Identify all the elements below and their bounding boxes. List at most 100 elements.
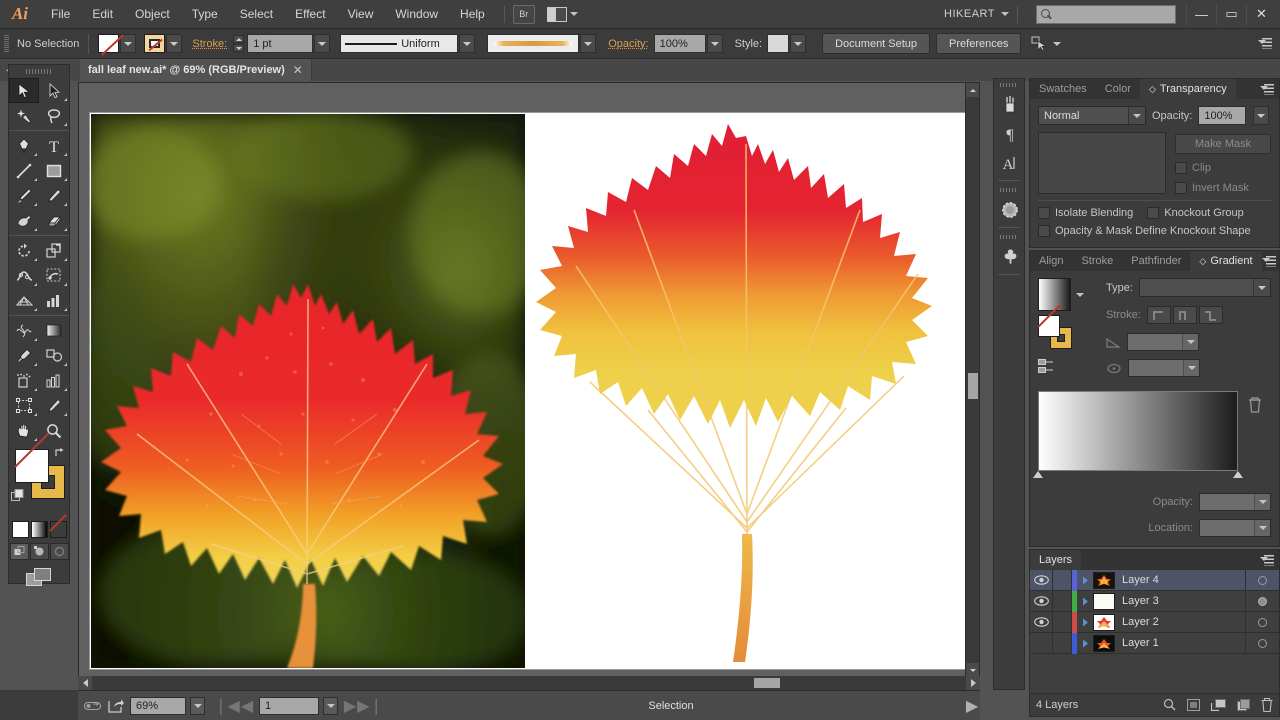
document-tab[interactable]: fall leaf new.ai* @ 69% (RGB/Preview) ✕ — [80, 59, 312, 81]
transparency-opacity-field[interactable]: 100% — [1198, 106, 1246, 125]
clip-row[interactable]: Clip — [1175, 162, 1271, 174]
knockout-group-row[interactable]: Knockout Group — [1147, 207, 1244, 219]
canvas-area[interactable] — [78, 82, 980, 690]
table-row[interactable]: Layer 3 — [1030, 591, 1279, 612]
selection-tool[interactable] — [9, 78, 39, 103]
gradient-panel-menu-icon[interactable] — [1262, 251, 1280, 271]
scrollbar-thumb[interactable] — [968, 373, 978, 399]
menu-effect[interactable]: Effect — [284, 0, 336, 29]
style-dropdown-icon[interactable] — [790, 34, 806, 53]
tab-gradient[interactable]: ◇Gradient — [1190, 251, 1261, 271]
blend-mode-select[interactable]: Normal — [1038, 106, 1146, 125]
preferences-button[interactable]: Preferences — [936, 33, 1021, 54]
swatch-libraries-icon[interactable] — [994, 242, 1026, 271]
artboard[interactable] — [90, 113, 965, 669]
account-chevron-down-icon[interactable] — [1001, 12, 1009, 16]
opacity-mask-checkbox[interactable] — [1038, 225, 1050, 237]
gradient-tool[interactable] — [39, 318, 69, 343]
graph-tool[interactable] — [39, 368, 69, 393]
menu-help[interactable]: Help — [449, 0, 496, 29]
layers-panel-menu-icon[interactable] — [1260, 550, 1279, 570]
brush-dropdown-icon[interactable] — [580, 34, 596, 53]
character-icon[interactable]: A — [994, 148, 1026, 177]
slice-tool[interactable] — [39, 393, 69, 418]
gradient-type-select[interactable] — [1139, 278, 1271, 297]
gradient-fill-swatch[interactable] — [1038, 315, 1060, 337]
width-profile-dropdown-icon[interactable] — [459, 34, 475, 53]
draw-behind-button[interactable] — [30, 543, 49, 560]
layer-name[interactable]: Layer 1 — [1122, 637, 1245, 649]
pen-tool[interactable] — [9, 133, 39, 158]
invert-mask-checkbox[interactable] — [1175, 182, 1187, 194]
menu-view[interactable]: View — [337, 0, 385, 29]
previous-artboard-button[interactable]: ◀ — [239, 697, 255, 715]
layer-expand-icon[interactable] — [1077, 639, 1093, 648]
mask-thumbnail[interactable] — [1038, 132, 1166, 194]
scroll-up-button[interactable] — [966, 83, 980, 97]
tab-align[interactable]: Align — [1030, 251, 1072, 271]
control-bar-grip[interactable] — [4, 35, 9, 53]
canvas-vertical-scrollbar[interactable] — [965, 83, 979, 677]
scroll-right-button[interactable] — [966, 676, 980, 690]
layer-lock-toggle[interactable] — [1052, 612, 1072, 633]
gradient-slider[interactable] — [1038, 391, 1238, 471]
blend-tool[interactable] — [39, 343, 69, 368]
isolate-blending-checkbox[interactable] — [1038, 207, 1050, 219]
layer-visibility-toggle[interactable] — [1030, 617, 1052, 627]
reverse-gradient-icon[interactable] — [1038, 359, 1057, 374]
paragraph-icon[interactable]: ¶ — [994, 119, 1026, 148]
stroke-weight-label[interactable]: Stroke: — [192, 38, 227, 50]
next-artboard-button[interactable]: ▶ — [342, 697, 358, 715]
apply-gradient-across-stroke-button[interactable] — [1199, 306, 1223, 324]
artboard-dropdown-icon[interactable] — [323, 697, 338, 715]
table-row[interactable]: Layer 1 — [1030, 633, 1279, 654]
symbol-sprayer-tool[interactable] — [9, 368, 39, 393]
maximize-button[interactable]: ▭ — [1216, 4, 1246, 25]
search-input[interactable] — [1036, 5, 1176, 24]
tab-pathfinder[interactable]: Pathfinder — [1122, 251, 1190, 271]
stroke-weight-stepper[interactable] — [233, 35, 244, 52]
layer-lock-toggle[interactable] — [1052, 633, 1072, 654]
menu-select[interactable]: Select — [229, 0, 284, 29]
brush-libraries-icon[interactable] — [994, 90, 1026, 119]
hand-tool[interactable] — [9, 418, 39, 443]
gradient-stop-location-field[interactable] — [1199, 519, 1271, 537]
dock-grip[interactable] — [994, 79, 1024, 90]
layer-name[interactable]: Layer 3 — [1122, 595, 1245, 607]
transparency-opacity-dropdown-icon[interactable] — [1253, 106, 1269, 125]
rotate-tool[interactable] — [9, 238, 39, 263]
dock-grip-2[interactable] — [994, 184, 1024, 195]
fill-color-swatch[interactable] — [15, 449, 49, 483]
layer-name[interactable]: Layer 2 — [1122, 616, 1245, 628]
isolate-blending-row[interactable]: Isolate Blending — [1038, 207, 1133, 219]
type-tool[interactable]: T — [39, 133, 69, 158]
layer-visibility-toggle[interactable] — [1030, 575, 1052, 585]
tab-transparency[interactable]: ◇Transparency — [1140, 79, 1236, 99]
tab-stroke[interactable]: Stroke — [1072, 251, 1122, 271]
gradient-presets-chevron-down-icon[interactable] — [1076, 293, 1084, 297]
minimize-button[interactable]: — — [1186, 4, 1216, 25]
blob-brush-tool[interactable] — [9, 208, 39, 233]
stroke-weight-field[interactable]: 1 pt — [247, 34, 313, 53]
width-tool[interactable] — [9, 263, 39, 288]
paintbrush-tool[interactable] — [9, 183, 39, 208]
table-row[interactable]: Layer 4 — [1030, 570, 1279, 591]
layer-target-indicator[interactable] — [1245, 570, 1279, 591]
swap-fill-stroke-icon[interactable] — [54, 447, 65, 458]
device-sync-icon[interactable] — [82, 697, 102, 715]
column-graph-tool[interactable] — [39, 288, 69, 313]
leaf-photo-image[interactable] — [91, 114, 525, 668]
layer-lock-toggle[interactable] — [1052, 570, 1072, 591]
direct-selection-tool[interactable] — [39, 78, 69, 103]
status-menu-icon[interactable]: ▶ — [964, 697, 980, 715]
line-segment-tool[interactable] — [9, 158, 39, 183]
last-artboard-button[interactable]: ▶❘ — [362, 697, 378, 715]
apply-gradient-along-stroke-button[interactable] — [1173, 306, 1197, 324]
gradient-aspect-field[interactable] — [1128, 359, 1200, 377]
select-similar-objects-icon[interactable] — [1031, 36, 1048, 51]
canvas-horizontal-scrollbar[interactable] — [78, 676, 980, 690]
variable-width-profile-select[interactable]: Uniform — [340, 34, 458, 53]
artboard-tool[interactable] — [9, 393, 39, 418]
gradient-preview-swatch[interactable] — [1038, 278, 1071, 311]
scroll-down-button[interactable] — [966, 663, 980, 677]
